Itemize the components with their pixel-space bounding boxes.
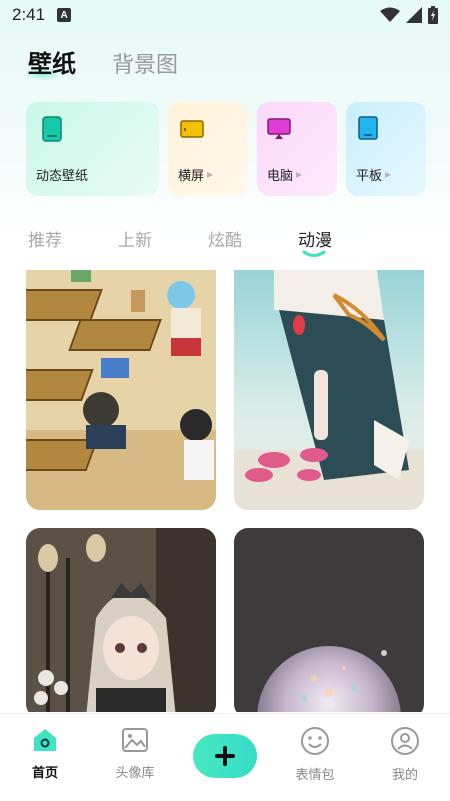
landscape-icon <box>180 120 204 138</box>
signal-icon <box>406 7 422 23</box>
tab-cool[interactable]: 炫酷 <box>208 226 298 251</box>
category-label: 动态壁纸 <box>36 169 89 184</box>
status-icons <box>380 6 438 24</box>
category-cards: 动态壁纸 横屏 ▶ 电脑 ▶ 平板 ▶ <box>26 102 426 196</box>
sub-tabs: 推荐 上新 炫酷 动漫 <box>28 226 388 257</box>
category-live-wallpaper[interactable]: 动态壁纸 <box>26 102 159 196</box>
classroom-anime-wallpaper <box>26 270 216 510</box>
phone-icon <box>42 116 62 142</box>
category-label: 电脑 ▶ <box>267 169 303 184</box>
nav-avatar-library[interactable]: 头像库 <box>100 726 170 781</box>
wifi-icon <box>380 7 400 22</box>
nav-home[interactable]: 首页 <box>10 726 80 781</box>
category-label: 平板 ▶ <box>356 169 392 184</box>
tab-recommended[interactable]: 推荐 <box>28 226 118 251</box>
gothic-doll-girl-wallpaper <box>26 528 216 712</box>
monitor-icon <box>267 118 291 139</box>
nav-profile[interactable]: 我的 <box>370 726 440 783</box>
battery-icon <box>428 6 438 24</box>
tab-anime[interactable]: 动漫 <box>298 226 388 257</box>
category-landscape[interactable]: 横屏 ▶ <box>168 102 248 196</box>
add-button[interactable] <box>193 734 257 778</box>
wallpaper-grid <box>26 270 424 712</box>
nav-label-home: 首页 <box>31 766 58 781</box>
wallpaper-tile[interactable] <box>26 270 216 510</box>
girl-dress-petals-wallpaper <box>234 270 424 510</box>
tab-new[interactable]: 上新 <box>118 226 208 251</box>
image-icon <box>122 728 148 752</box>
category-pc[interactable]: 电脑 ▶ <box>257 102 337 196</box>
plus-icon <box>215 746 235 766</box>
tab-wallpaper[interactable]: 壁纸 <box>22 44 76 81</box>
wallpaper-tile[interactable] <box>234 528 424 712</box>
tablet-icon <box>358 116 378 140</box>
category-tablet[interactable]: 平板 ▶ <box>346 102 426 196</box>
nav-label-stickers: 表情包 <box>295 768 335 783</box>
crystal-sphere-wallpaper <box>234 528 424 712</box>
active-tab-indicator <box>302 250 326 257</box>
wallpaper-tile[interactable] <box>26 528 216 712</box>
wallpaper-tile[interactable] <box>234 270 424 510</box>
top-tabs: 壁纸 背景图 <box>22 44 178 81</box>
notification-badge: A <box>57 8 72 22</box>
category-label: 横屏 ▶ <box>178 169 214 184</box>
status-time: 2:41 <box>12 5 46 24</box>
tab-background[interactable]: 背景图 <box>112 47 178 79</box>
nav-stickers[interactable]: 表情包 <box>280 726 350 783</box>
nav-label-profile: 我的 <box>391 768 418 783</box>
smile-icon <box>301 727 329 755</box>
profile-icon <box>391 727 419 755</box>
home-icon <box>34 729 56 751</box>
bottom-nav: 首页 头像库 表情包 我的 <box>0 713 450 801</box>
status-bar: 2:41 A <box>0 0 450 30</box>
nav-label-avatar: 头像库 <box>115 766 155 781</box>
